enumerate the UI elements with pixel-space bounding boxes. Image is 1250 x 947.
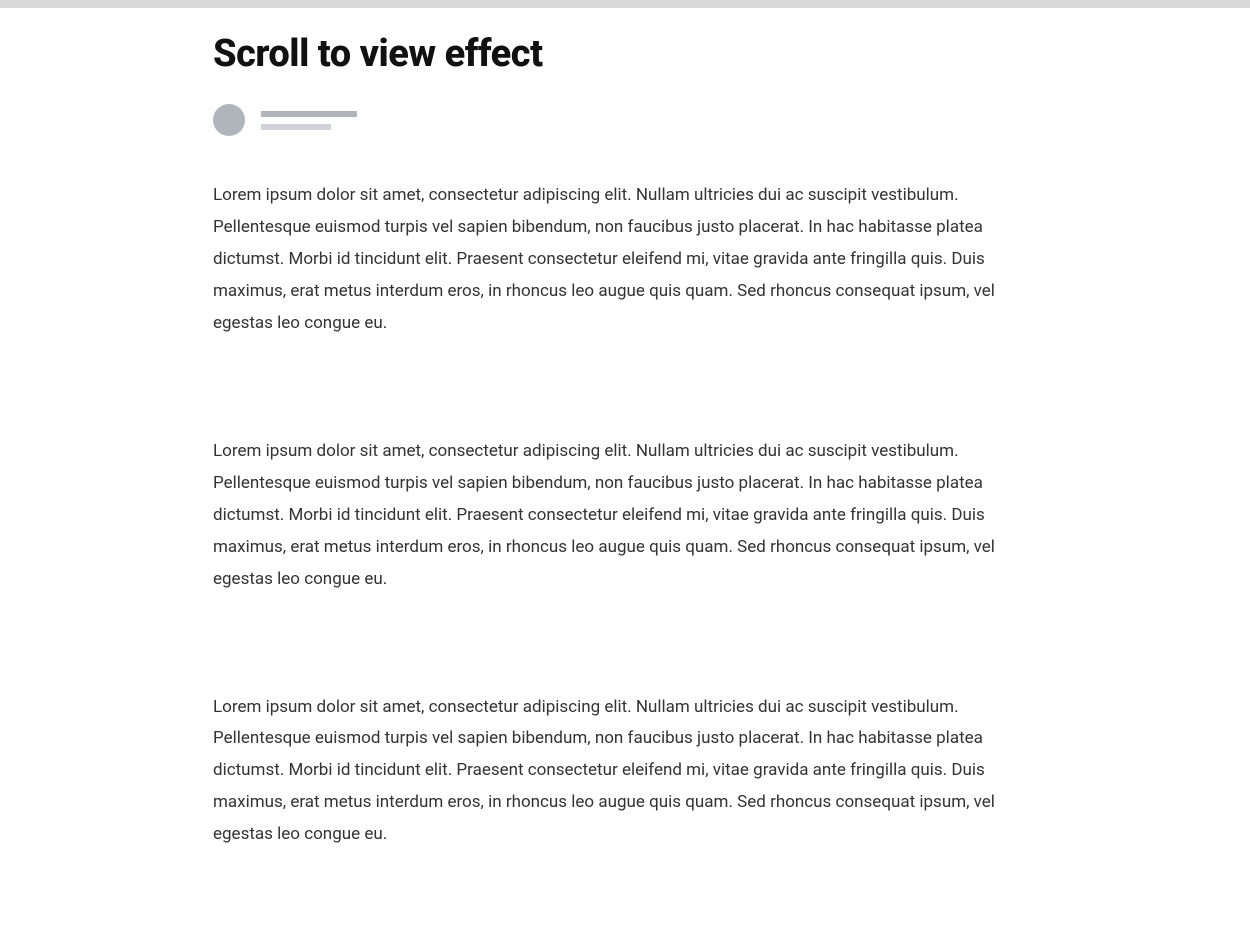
author-name-placeholder (261, 111, 357, 117)
author-sub-placeholder (261, 124, 331, 130)
article-container: Scroll to view effect Lorem ipsum dolor … (209, 32, 1041, 851)
page-title: Scroll to view effect (213, 32, 1037, 76)
body-paragraph: Lorem ipsum dolor sit amet, consectetur … (213, 436, 1037, 596)
body-paragraph: Lorem ipsum dolor sit amet, consectetur … (213, 692, 1037, 852)
avatar-placeholder (213, 104, 245, 136)
author-meta-placeholder (261, 111, 357, 130)
body-paragraph: Lorem ipsum dolor sit amet, consectetur … (213, 180, 1037, 340)
top-progress-bar (0, 0, 1250, 8)
author-block (213, 104, 1037, 136)
